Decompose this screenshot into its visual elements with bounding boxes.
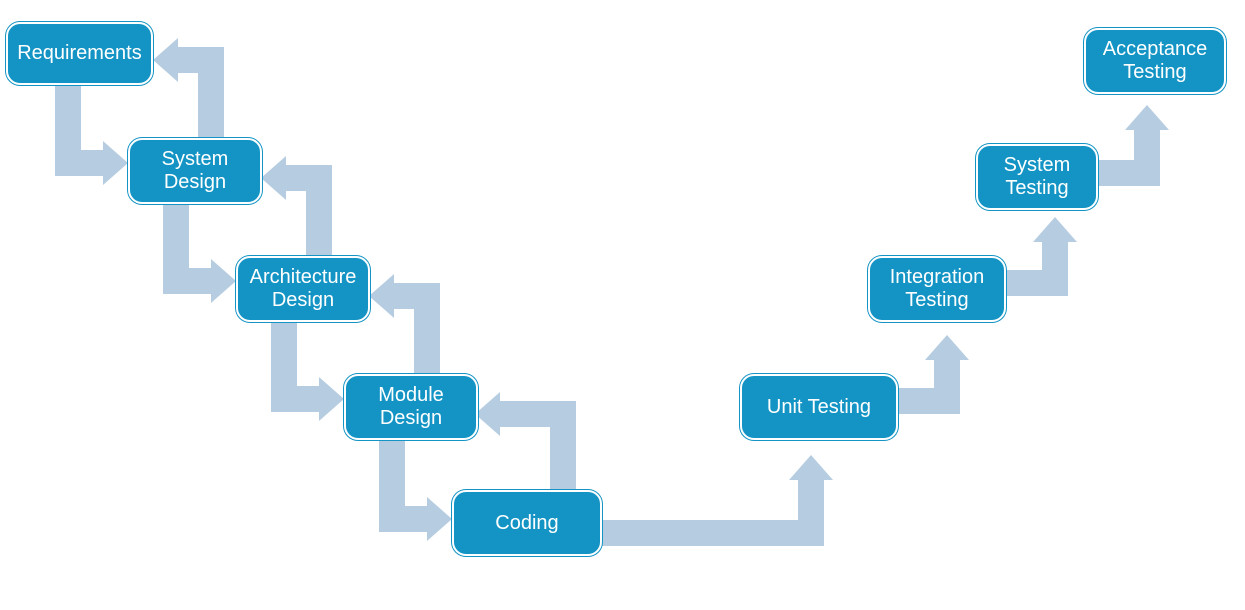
arrow-down-module-design-to-coding bbox=[379, 439, 452, 541]
arrow-coding-to-unit-testing bbox=[601, 455, 833, 546]
box-label: IntegrationTesting bbox=[890, 266, 985, 312]
box-coding: Coding bbox=[452, 490, 602, 556]
arrow-up-module-design-to-architecture-design bbox=[369, 274, 440, 373]
box-label: AcceptanceTesting bbox=[1103, 38, 1208, 84]
box-label: Unit Testing bbox=[767, 396, 871, 419]
arrow-down-system-design-to-architecture-design bbox=[163, 203, 236, 303]
arrows-layer bbox=[0, 0, 1245, 610]
box-architecture-design: ArchitectureDesign bbox=[236, 256, 370, 322]
box-label: Coding bbox=[495, 512, 558, 535]
box-label: ModuleDesign bbox=[378, 384, 444, 430]
box-label: ArchitectureDesign bbox=[250, 266, 357, 312]
box-integration-testing: IntegrationTesting bbox=[868, 256, 1006, 322]
arrow-up-system-testing-to-acceptance-testing bbox=[1096, 105, 1169, 186]
box-requirements: Requirements bbox=[6, 22, 153, 85]
arrow-up-architecture-design-to-system-design bbox=[261, 156, 332, 255]
box-acceptance-testing: AcceptanceTesting bbox=[1084, 28, 1226, 94]
v-model-diagram: { "diagram": { "type": "v-model", "boxes… bbox=[0, 0, 1245, 610]
arrow-down-architecture-design-to-module-design bbox=[271, 321, 344, 421]
box-module-design: ModuleDesign bbox=[344, 374, 478, 440]
box-label: Requirements bbox=[17, 42, 142, 65]
arrow-up-coding-to-module-design bbox=[475, 392, 576, 491]
arrow-up-system-design-to-requirements bbox=[153, 38, 224, 137]
arrow-up-integration-testing-to-system-testing bbox=[1004, 217, 1077, 296]
box-unit-testing: Unit Testing bbox=[740, 374, 898, 440]
arrow-down-requirements-to-system-design bbox=[55, 85, 128, 185]
box-label: SystemDesign bbox=[162, 148, 229, 194]
box-label: SystemTesting bbox=[1004, 154, 1071, 200]
box-system-design: SystemDesign bbox=[128, 138, 262, 204]
arrow-up-unit-testing-to-integration-testing bbox=[896, 335, 969, 414]
box-system-testing: SystemTesting bbox=[976, 144, 1098, 210]
